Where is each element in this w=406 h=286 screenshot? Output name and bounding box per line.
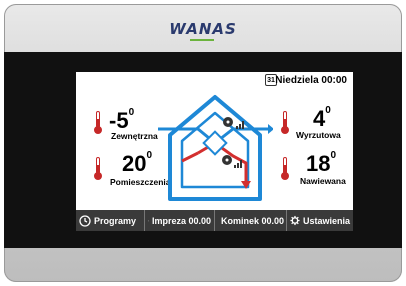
supply-temp-label: Nawiewana xyxy=(300,176,346,186)
room-temp-value[interactable]: 200 xyxy=(122,151,152,175)
brand-underline xyxy=(190,39,214,41)
room-air-arrow xyxy=(181,151,199,163)
display-screen: 31 Niedziela 00:00 -50 Zewnętrzna 200 Po… xyxy=(76,72,353,231)
thermometer-icon xyxy=(94,111,102,135)
thermometer-icon xyxy=(94,157,102,181)
fan-speed-icon xyxy=(236,121,244,129)
ventilation-diagram xyxy=(158,95,273,201)
exhaust-temp-value[interactable]: 40 xyxy=(313,106,331,130)
fan-icon xyxy=(222,155,232,165)
thermometer-icon xyxy=(281,111,289,135)
fireplace-button[interactable]: Kominek 00.00 xyxy=(215,210,287,231)
programs-label: Programy xyxy=(94,215,137,226)
fireplace-label: Kominek 00.00 xyxy=(221,215,285,226)
gear-icon xyxy=(290,215,300,226)
date-time-label[interactable]: Niedziela 00:00 xyxy=(275,75,347,86)
cocktail-icon xyxy=(148,220,149,222)
thermometer-icon xyxy=(281,157,289,181)
clock-icon xyxy=(79,214,91,227)
programs-button[interactable]: Programy xyxy=(76,210,145,231)
outside-temp-label: Zewnętrzna xyxy=(111,131,158,141)
settings-label: Ustawienia xyxy=(302,215,350,226)
bottom-menu-bar: Programy Impreza 00.00 Kominek 00.00 Ust… xyxy=(76,210,353,231)
party-button[interactable]: Impreza 00.00 xyxy=(145,210,215,231)
exhaust-arrowhead xyxy=(268,124,273,134)
settings-button[interactable]: Ustawienia xyxy=(287,210,353,231)
exhaust-temp-label: Wyrzutowa xyxy=(296,130,341,140)
party-label: Impreza 00.00 xyxy=(151,215,211,226)
controller-device: WANAS 31 Niedziela 00:00 -50 Zewnętrzna … xyxy=(4,4,402,282)
fan-speed-icon xyxy=(234,160,242,168)
brand-logo: WANAS xyxy=(169,20,237,38)
outside-temp-value[interactable]: -50 xyxy=(109,108,134,132)
fan-icon xyxy=(223,117,233,127)
supply-temp-value[interactable]: 180 xyxy=(306,151,336,175)
